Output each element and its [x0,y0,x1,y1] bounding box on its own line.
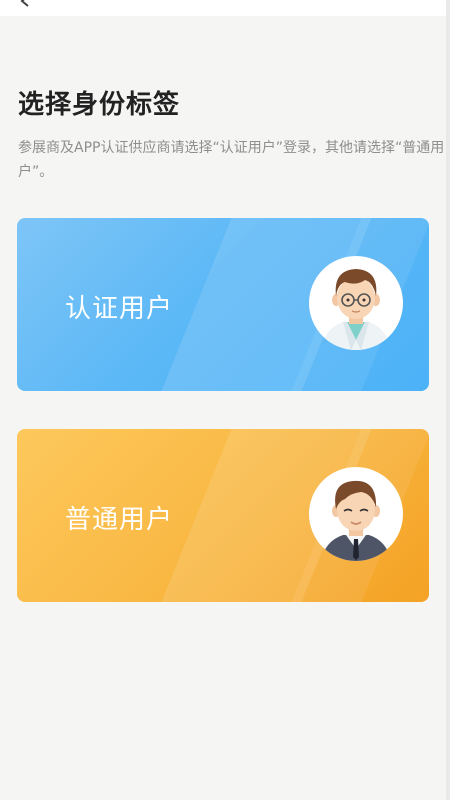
normal-user-card[interactable]: 普通用户 [17,429,429,602]
certified-user-card[interactable]: 认证用户 [17,218,429,391]
scrollbar-track [446,0,450,800]
page-description: 参展商及APP认证供应商请选择“认证用户”登录，其他请选择“普通用户”。 [18,140,445,180]
businessman-avatar-icon [309,467,403,561]
page-title: 选择身份标签 [18,90,181,120]
back-arrow-icon[interactable] [18,0,32,8]
normal-user-label: 普通用户 [65,505,174,535]
top-bar [0,0,446,16]
doctor-avatar-icon [309,256,403,350]
certified-user-label: 认证用户 [65,294,174,324]
identity-select-page: 选择身份标签 参展商及APP认证供应商请选择“认证用户”登录，其他请选择“普通用… [0,0,450,800]
